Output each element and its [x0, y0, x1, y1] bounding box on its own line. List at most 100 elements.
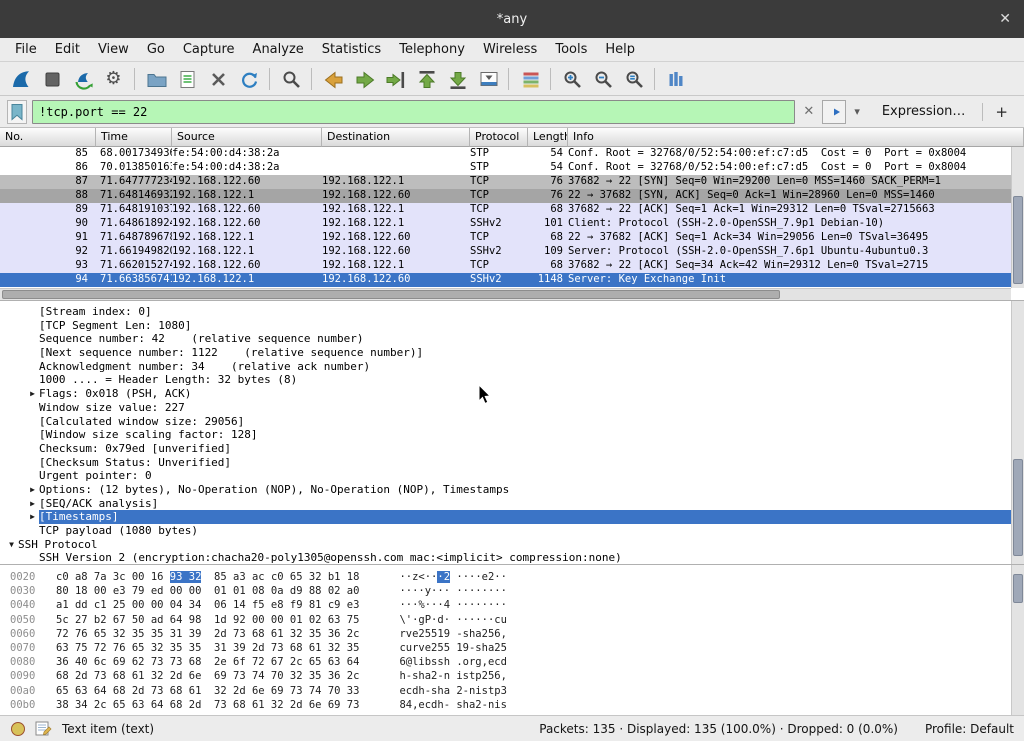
- go-back-button[interactable]: [317, 65, 348, 93]
- menu-tools[interactable]: Tools: [546, 40, 596, 59]
- column-header-time[interactable]: Time: [96, 128, 172, 147]
- packet-row-selected[interactable]: 9471.663856741192.168.122.1192.168.122.6…: [0, 273, 1024, 287]
- detail-line[interactable]: Sequence number: 42 (relative sequence n…: [0, 332, 1024, 346]
- expander-icon[interactable]: ▶: [26, 387, 39, 401]
- add-filter-button[interactable]: +: [982, 103, 1017, 121]
- hex-row[interactable]: 006072 76 65 32 35 35 31 39 2d 73 68 61 …: [0, 627, 1024, 641]
- scrollbar-thumb[interactable]: [1013, 459, 1023, 556]
- close-file-button[interactable]: [202, 65, 233, 93]
- expander-icon[interactable]: ▶: [26, 510, 39, 524]
- hex-vertical-scrollbar[interactable]: [1011, 565, 1024, 715]
- column-header-length[interactable]: Length: [528, 128, 568, 147]
- hex-bytes[interactable]: 36 40 6c 69 62 73 73 68 2e 6f 72 67 2c 6…: [56, 655, 359, 669]
- hex-ascii[interactable]: curve255 19-sha25: [399, 641, 506, 655]
- hex-bytes[interactable]: 5c 27 b2 67 50 ad 64 98 1d 92 00 00 01 0…: [56, 613, 359, 627]
- hex-ascii[interactable]: ··z<···2 ····e2··: [399, 570, 507, 584]
- menu-statistics[interactable]: Statistics: [313, 40, 390, 59]
- hex-row[interactable]: 00b038 34 2c 65 63 64 68 2d 73 68 61 32 …: [0, 698, 1024, 712]
- packet-row[interactable]: 9271.661949820192.168.122.1192.168.122.6…: [0, 245, 1024, 259]
- zoom-in-button[interactable]: [556, 65, 587, 93]
- packet-row[interactable]: 8568.001734936fe:54:00:d4:38:2aSTP54Conf…: [0, 147, 1024, 161]
- hex-ascii[interactable]: ····y··· ········: [399, 584, 506, 598]
- hex-bytes[interactable]: 65 63 64 68 2d 73 68 61 32 2d 6e 69 73 7…: [56, 684, 359, 698]
- filter-apply-button[interactable]: [822, 100, 846, 124]
- detail-line[interactable]: ▶[SEQ/ACK analysis]: [0, 497, 1024, 511]
- filter-bookmark-button[interactable]: [7, 100, 27, 124]
- packet-row[interactable]: 8971.648191037192.168.122.60192.168.122.…: [0, 203, 1024, 217]
- detail-line[interactable]: [Next sequence number: 1122 (relative se…: [0, 346, 1024, 360]
- hex-bytes[interactable]: 38 34 2c 65 63 64 68 2d 73 68 61 32 2d 6…: [56, 698, 359, 712]
- detail-line[interactable]: Checksum: 0x79ed [unverified]: [0, 442, 1024, 456]
- hex-bytes[interactable]: 68 2d 73 68 61 32 2d 6e 69 73 74 70 32 3…: [56, 669, 359, 683]
- hex-row[interactable]: 009068 2d 73 68 61 32 2d 6e 69 73 74 70 …: [0, 669, 1024, 683]
- expander-icon[interactable]: [26, 469, 39, 483]
- expert-info-icon[interactable]: [10, 721, 26, 737]
- expander-icon[interactable]: [26, 551, 39, 564]
- menu-telephony[interactable]: Telephony: [390, 40, 474, 59]
- close-window-button[interactable]: ✕: [999, 10, 1011, 28]
- expander-icon[interactable]: [26, 360, 39, 374]
- menu-file[interactable]: File: [6, 40, 46, 59]
- hex-bytes[interactable]: c0 a8 7a 3c 00 16 93 32 85 a3 ac c0 65 3…: [56, 570, 359, 584]
- detail-line[interactable]: [Checksum Status: Unverified]: [0, 456, 1024, 470]
- expander-icon[interactable]: [26, 415, 39, 429]
- hex-ascii[interactable]: \'·gP·d· ······cu: [399, 613, 506, 627]
- expander-icon[interactable]: [26, 428, 39, 442]
- expander-icon[interactable]: [26, 401, 39, 415]
- menu-help[interactable]: Help: [596, 40, 644, 59]
- detail-line[interactable]: [Calculated window size: 29056]: [0, 415, 1024, 429]
- hex-ascii[interactable]: rve25519 -sha256,: [399, 627, 506, 641]
- expander-icon[interactable]: [26, 442, 39, 456]
- hex-ascii[interactable]: ecdh-sha 2-nistp3: [399, 684, 506, 698]
- column-header-no[interactable]: No.: [0, 128, 96, 147]
- column-header-source[interactable]: Source: [172, 128, 322, 147]
- hex-row[interactable]: 008036 40 6c 69 62 73 73 68 2e 6f 72 67 …: [0, 655, 1024, 669]
- hex-row[interactable]: 003080 18 00 e3 79 ed 00 00 01 01 08 0a …: [0, 584, 1024, 598]
- expander-icon[interactable]: [26, 332, 39, 346]
- find-packet-button[interactable]: [275, 65, 306, 93]
- auto-scroll-button[interactable]: [472, 65, 503, 93]
- menu-edit[interactable]: Edit: [46, 40, 89, 59]
- detail-line[interactable]: Window size value: 227: [0, 401, 1024, 415]
- capture-options-button[interactable]: ⚙: [98, 65, 129, 93]
- hex-row[interactable]: 0020c0 a8 7a 3c 00 16 93 32 85 a3 ac c0 …: [0, 570, 1024, 584]
- expander-icon[interactable]: [26, 373, 39, 387]
- resize-columns-button[interactable]: [660, 65, 691, 93]
- detail-line[interactable]: 1000 .... = Header Length: 32 bytes (8): [0, 373, 1024, 387]
- detail-vertical-scrollbar[interactable]: [1011, 301, 1024, 564]
- hex-row[interactable]: 007063 75 72 76 65 32 35 35 31 39 2d 73 …: [0, 641, 1024, 655]
- detail-line[interactable]: [TCP Segment Len: 1080]: [0, 319, 1024, 333]
- packet-list-vertical-scrollbar[interactable]: [1011, 147, 1024, 288]
- go-to-packet-button[interactable]: [379, 65, 410, 93]
- detail-line[interactable]: Urgent pointer: 0: [0, 469, 1024, 483]
- menu-wireless[interactable]: Wireless: [474, 40, 546, 59]
- detail-line[interactable]: Acknowledgment number: 34 (relative ack …: [0, 360, 1024, 374]
- detail-line-selected[interactable]: ▶[Timestamps]: [0, 510, 1024, 524]
- scrollbar-thumb[interactable]: [2, 290, 780, 299]
- hex-bytes[interactable]: 63 75 72 76 65 32 35 35 31 39 2d 73 68 6…: [56, 641, 359, 655]
- packet-row[interactable]: 8871.648146932192.168.122.1192.168.122.6…: [0, 189, 1024, 203]
- menu-go[interactable]: Go: [138, 40, 174, 59]
- expander-icon[interactable]: [26, 456, 39, 470]
- start-capture-button[interactable]: [5, 65, 36, 93]
- detail-line[interactable]: ▶Options: (12 bytes), No-Operation (NOP)…: [0, 483, 1024, 497]
- hex-bytes[interactable]: 80 18 00 e3 79 ed 00 00 01 01 08 0a d9 8…: [56, 584, 359, 598]
- expander-icon[interactable]: [26, 305, 39, 319]
- detail-line[interactable]: ▼SSH Protocol: [0, 538, 1024, 552]
- expander-icon[interactable]: [26, 319, 39, 333]
- hex-row[interactable]: 00a065 63 64 68 2d 73 68 61 32 2d 6e 69 …: [0, 684, 1024, 698]
- hex-row[interactable]: 00505c 27 b2 67 50 ad 64 98 1d 92 00 00 …: [0, 613, 1024, 627]
- open-file-button[interactable]: [140, 65, 171, 93]
- zoom-out-button[interactable]: [587, 65, 618, 93]
- filter-history-dropdown-icon[interactable]: ▾: [851, 105, 863, 118]
- detail-line[interactable]: [Window size scaling factor: 128]: [0, 428, 1024, 442]
- expander-icon[interactable]: ▶: [26, 497, 39, 511]
- packet-row[interactable]: 8670.013850163fe:54:00:d4:38:2aSTP54Conf…: [0, 161, 1024, 175]
- menu-analyze[interactable]: Analyze: [244, 40, 313, 59]
- go-first-packet-button[interactable]: [410, 65, 441, 93]
- stop-capture-button[interactable]: [36, 65, 67, 93]
- hex-bytes[interactable]: a1 dd c1 25 00 00 04 34 06 14 f5 e8 f9 8…: [56, 598, 359, 612]
- hex-row[interactable]: 0040a1 dd c1 25 00 00 04 34 06 14 f5 e8 …: [0, 598, 1024, 612]
- detail-line[interactable]: [Stream index: 0]: [0, 305, 1024, 319]
- restart-capture-button[interactable]: [67, 65, 98, 93]
